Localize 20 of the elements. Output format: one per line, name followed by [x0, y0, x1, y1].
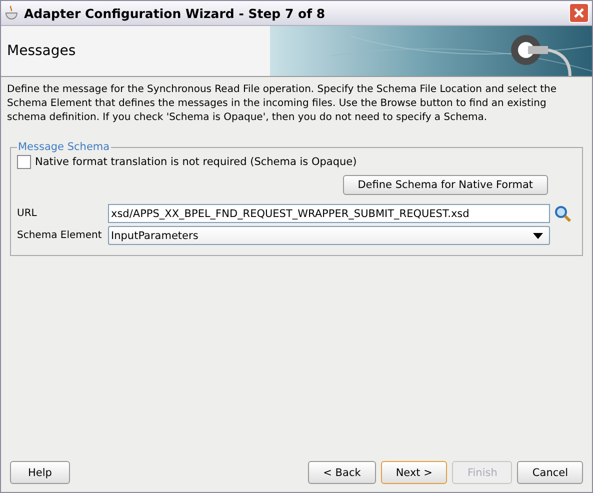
close-icon: [573, 7, 585, 19]
define-schema-button[interactable]: Define Schema for Native Format: [342, 175, 548, 195]
wizard-button[interactable]: < Back: [308, 461, 376, 484]
cup-icon: [4, 5, 20, 21]
url-label: URL: [17, 208, 38, 219]
close-button[interactable]: [569, 3, 589, 23]
search-icon[interactable]: [554, 204, 572, 222]
window-title: Adapter Configuration Wizard - Step 7 of 8: [24, 6, 326, 20]
help-button[interactable]: Help: [10, 461, 70, 484]
page-title: Messages: [6, 43, 77, 59]
url-field[interactable]: xsd/APPS_XX_BPEL_FND_REQUEST_WRAPPER_SUBMIT_REQUEST.xsd: [108, 204, 550, 223]
checkbox[interactable]: [17, 155, 31, 169]
wizard-button[interactable]: Next >: [380, 461, 448, 484]
caret-icon: [533, 232, 543, 238]
description-text: Define the message for the Synchronous Read File operation. Specify the Schema File Location and select the Schema Element that defines the messages in the incoming files. Use the Browse button to find an existing schema definition. If you check 'Schema is Opaque', then you do not need to specify a Schema.: [7, 83, 558, 125]
wizard-button[interactable]: Cancel: [517, 461, 583, 484]
group-title: Message Schema: [17, 141, 111, 153]
schema-element-dropdown[interactable]: InputParameters: [108, 226, 550, 245]
checkbox-label: Native format translation is not required (Schema is Opaque): [35, 156, 357, 168]
schema-element-label: Schema Element: [17, 230, 103, 241]
